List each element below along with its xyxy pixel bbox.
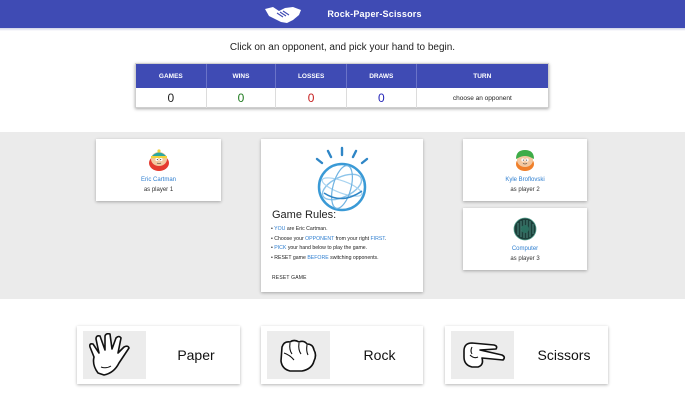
computer-avatar-icon [513,217,537,241]
rule-text: RESET game [274,254,308,261]
opponent-role: as player 3 [510,256,540,262]
player-name: Eric Cartman [140,177,176,183]
games-value: 0 [136,88,207,108]
losses-value: 0 [276,88,347,108]
handshake-icon [265,7,302,23]
games-header: GAMES [136,64,207,88]
wins-header: WINS [207,64,277,88]
paper-hand-icon [88,333,130,376]
rule-text: Choose your [274,235,306,242]
rules-card: Game Rules: YOU are Eric Cartman. Choose… [261,139,423,292]
rule-text: are Eric Cartman. [285,226,328,232]
rule-item: RESET game BEFORE switching opponents. [271,254,386,264]
draws-header: DRAWS [347,64,417,88]
stats-table: GAMES WINS LOSSES DRAWS TURN 0 0 0 0 cho… [135,63,549,108]
rule-text: switching opponents. [328,254,379,261]
stats-header-row: GAMES WINS LOSSES DRAWS TURN [136,64,548,88]
rule-item: YOU are Eric Cartman. [271,225,386,235]
rule-text: from your right [334,235,371,242]
opponent-card-computer[interactable]: Computer as player 3 [463,208,587,270]
rule-highlight: YOU [274,226,286,232]
rule-text: . [384,235,387,242]
rule-item: Choose your OPPONENT from your right FIR… [271,235,386,245]
rule-item: PICK your hand below to play the game. [271,244,386,254]
wins-value: 0 [207,88,277,108]
paper-hand-image [83,331,146,379]
instruction-text: Click on an opponent, and pick your hand… [229,42,456,53]
app-title: Rock-Paper-Scissors [327,9,422,19]
globe-logo-icon [315,146,369,212]
cartman-avatar-icon [148,149,169,171]
top-bar: Rock-Paper-Scissors [0,0,685,28]
opponent-name: Computer [511,246,539,252]
hand-label: Paper [177,347,215,363]
turn-value: choose an opponent [452,94,512,102]
opponent-name: Kyle Broflovski [505,177,545,183]
kyle-avatar-icon [516,150,534,171]
rock-hand-icon [279,339,316,372]
rule-highlight: PICK [274,245,287,251]
scissors-hand-button[interactable]: Scissors [445,326,608,384]
rule-highlight: FIRST [370,235,385,242]
stats-value-row: 0 0 0 0 choose an opponent [136,88,548,108]
player-role: as player 1 [143,187,174,193]
hand-label: Scissors [537,347,591,363]
scissors-hand-icon [462,342,505,368]
rule-text: your hand below to play the game. [286,245,368,251]
draws-value: 0 [347,88,417,108]
rock-hand-button[interactable]: Rock [261,326,423,384]
rules-title: Game Rules: [272,209,337,221]
top-bar-shadow [0,28,685,31]
opponent-card-kyle[interactable]: Kyle Broflovski as player 2 [463,139,587,201]
rule-highlight: OPPONENT [305,235,335,242]
player-card-you: Eric Cartman as player 1 [96,139,221,201]
losses-header: LOSSES [276,64,347,88]
reset-game-button[interactable]: RESET GAME [272,275,307,281]
scissors-hand-image [451,331,514,379]
turn-header: TURN [473,72,492,80]
rule-highlight: BEFORE [307,254,329,261]
paper-hand-button[interactable]: Paper [77,326,240,384]
opponent-role: as player 2 [510,187,540,193]
hand-label: Rock [363,347,396,363]
rock-hand-image [267,331,330,379]
rules-list: YOU are Eric Cartman. Choose your OPPONE… [271,225,386,263]
